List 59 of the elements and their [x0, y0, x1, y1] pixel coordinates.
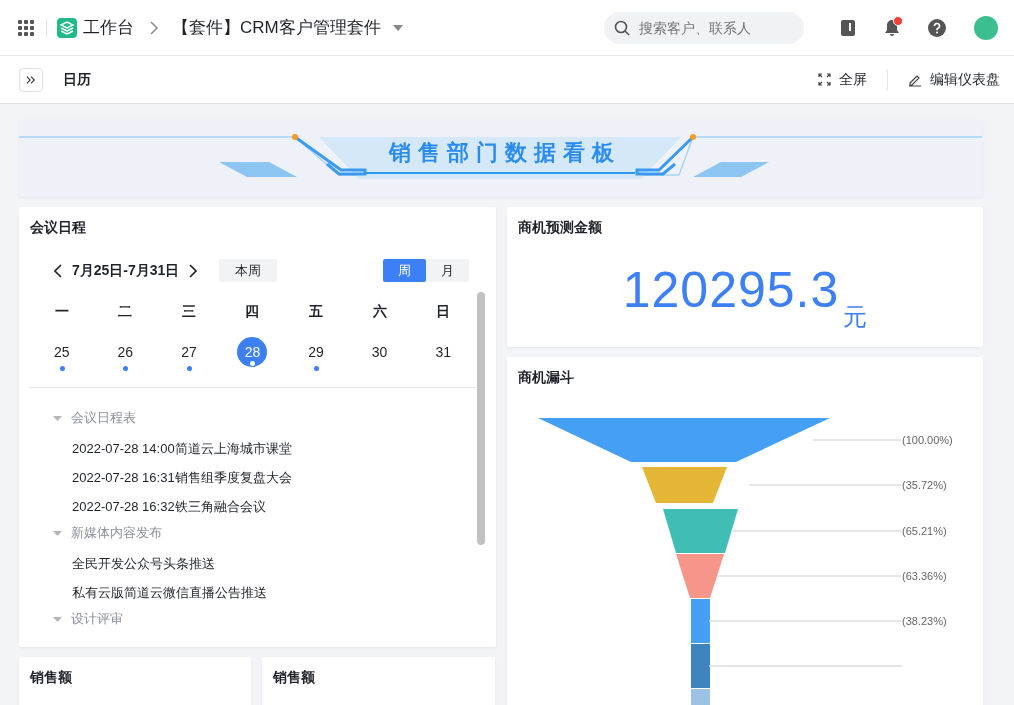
funnel-percentage: (35.72%)	[902, 479, 947, 491]
funnel-percentage: (38.23%)	[902, 615, 947, 627]
funnel-percentage: (100.00%)	[902, 434, 953, 446]
view-toggle[interactable]: 月	[426, 259, 469, 282]
currency-unit: 元	[843, 302, 868, 332]
collapse-triangle-icon[interactable]	[53, 413, 62, 423]
weekday-label: 四	[245, 303, 260, 321]
calendar-day[interactable]: 29	[301, 337, 332, 367]
weekday-label: 三	[181, 303, 196, 321]
view-toggle[interactable]: 周	[383, 259, 426, 282]
event-item[interactable]: 全民开发公众号头条推送	[53, 549, 292, 578]
funnel-percentage: (65.21%)	[902, 525, 947, 537]
user-avatar[interactable]	[974, 15, 998, 40]
book-icon[interactable]	[840, 18, 856, 37]
expand-sidebar-button[interactable]	[19, 67, 43, 92]
weekday-label: 五	[309, 303, 324, 321]
collapse-triangle-icon[interactable]	[53, 528, 62, 538]
calendar-day[interactable]: 30	[364, 337, 395, 367]
double-chevron-icon	[26, 74, 36, 85]
fullscreen-button[interactable]: 全屏	[818, 70, 867, 89]
calendar-day[interactable]: 28	[237, 337, 268, 367]
search-icon	[614, 19, 630, 36]
help-icon[interactable]	[928, 18, 946, 37]
card-title: 商机预测金额	[518, 219, 602, 237]
collapse-triangle-icon[interactable]	[53, 614, 62, 624]
calendar-day[interactable]: 27	[173, 337, 204, 367]
previous-week-button[interactable]	[52, 261, 64, 280]
forecast-amount: 120295.3	[622, 261, 840, 319]
date-range: 7月25日-7月31日	[72, 261, 180, 280]
search-field[interactable]: 搜索客户、联系人	[604, 11, 804, 44]
apps-grid-icon[interactable]	[18, 19, 34, 36]
dashboard-title: 销售部门数据看板	[388, 138, 621, 167]
this-week-button[interactable]: 本周	[219, 259, 278, 282]
calendar-day[interactable]: 25	[46, 337, 77, 367]
weekday-label: 日	[436, 303, 451, 321]
caret-down-icon[interactable]	[392, 24, 403, 31]
calendar-day[interactable]: 26	[110, 337, 141, 367]
scrollbar[interactable]	[477, 292, 485, 545]
card-title: 销售额	[30, 669, 72, 687]
event-item[interactable]: 2022-07-28 16:31销售组季度复盘大会	[53, 463, 292, 492]
next-week-button[interactable]	[187, 261, 200, 280]
fullscreen-icon	[818, 73, 831, 86]
card-title: 销售额	[273, 669, 315, 687]
weekday-label: 一	[54, 303, 69, 321]
funnel-percentage: (63.36%)	[902, 570, 947, 582]
event-item[interactable]: 私有云版简道云微信直播公告推送	[53, 578, 292, 607]
breadcrumb-title[interactable]: 【套件】CRM客户管理套件	[172, 16, 381, 39]
stack-logo-icon	[57, 17, 77, 38]
card-title: 会议日程	[30, 219, 86, 237]
event-item[interactable]: 2022-07-28 14:00简道云上海城市课堂	[53, 434, 292, 463]
workbench-link[interactable]: 工作台	[83, 16, 134, 39]
chevron-right-icon	[150, 20, 158, 35]
page-title: 日历	[63, 70, 91, 89]
weekday-label: 六	[372, 303, 387, 321]
card-title: 商机漏斗	[518, 369, 574, 387]
calendar-day[interactable]: 31	[428, 337, 459, 367]
edit-dashboard-button[interactable]: 编辑仪表盘	[908, 70, 1000, 89]
weekday-label: 二	[118, 303, 133, 321]
event-item[interactable]: 2022-07-28 16:32铁三角融合会议	[53, 492, 292, 521]
